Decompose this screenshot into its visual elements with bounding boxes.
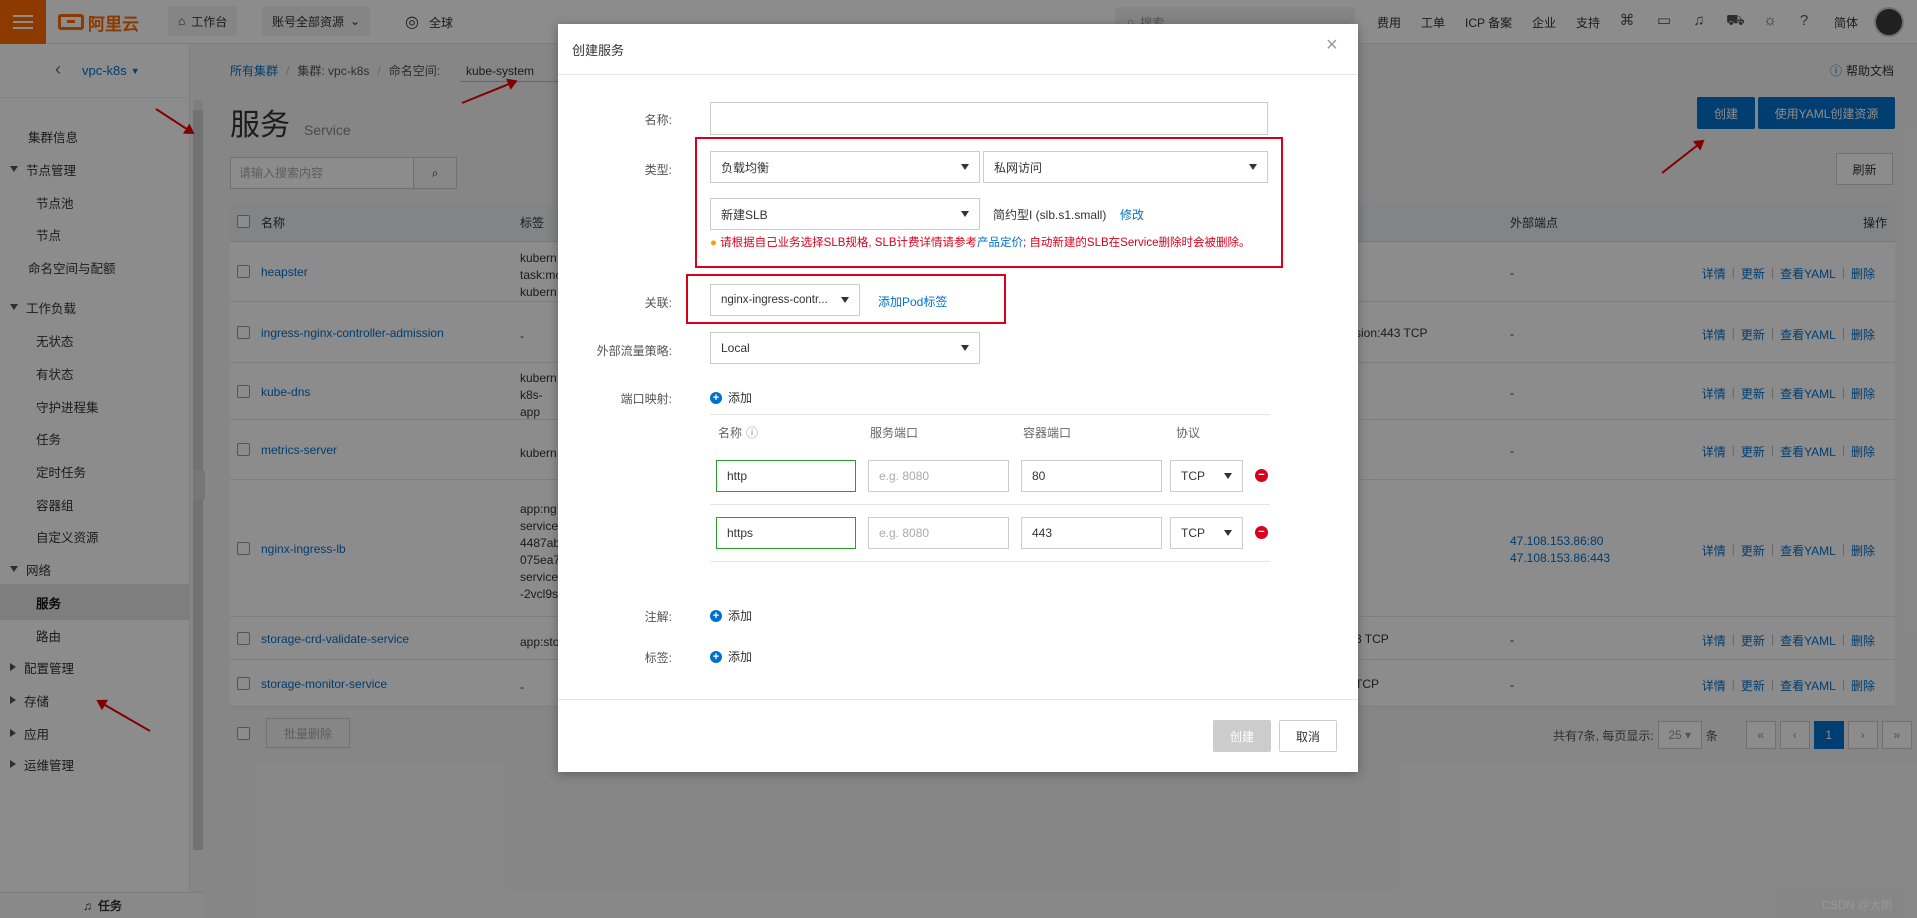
port-mapping-label: 端口映射: [620, 392, 672, 406]
plus-icon: + [710, 391, 722, 404]
watermark: CSDN @大阴 [1822, 900, 1893, 912]
port-name-input[interactable]: http [716, 460, 856, 492]
container-port-input[interactable]: 80 [1021, 460, 1162, 492]
container-port-input[interactable]: 443 [1021, 517, 1162, 549]
slb-warning: ● 请根据自己业务选择SLB规格, SLB计费详情请参考产品定价; 自动新建的S… [710, 236, 1255, 250]
pricing-link[interactable]: 产品定价 [977, 237, 1023, 249]
info-icon: ⓘ [746, 426, 759, 440]
remove-port-icon[interactable]: − [1255, 526, 1268, 539]
protocol-select[interactable]: TCP [1170, 517, 1243, 549]
warning-icon: ● [710, 237, 717, 249]
plus-icon: + [710, 650, 722, 663]
warning-text-tail: ; 自动新建的SLB在Service删除时会被删除。 [1023, 237, 1251, 249]
type-label: 类型: [644, 163, 672, 177]
association-label: 关联: [644, 296, 672, 310]
slb-spec-text: 简约型I (slb.s1.small) [993, 208, 1107, 222]
add-port-label: 添加 [728, 391, 753, 405]
port-col-protocol: 协议 [1176, 426, 1201, 440]
remove-port-icon[interactable]: − [1255, 469, 1268, 482]
association-select[interactable]: nginx-ingress-contr... [710, 284, 860, 316]
traffic-policy-label: 外部流量策略: [596, 344, 672, 358]
service-port-input[interactable]: e.g. 8080 [868, 517, 1009, 549]
port-col-name: 名称 ⓘ [718, 424, 758, 441]
create-service-dialog: 创建服务 × 名称: 类型: 负载均衡 私网访问 新建SLB 简约型I (slb… [558, 24, 1358, 772]
annotation-label: 注解: [644, 610, 672, 624]
add-annotation-button[interactable]: + 添加 [710, 607, 752, 624]
protocol-select[interactable]: TCP [1170, 460, 1243, 492]
port-col-container-port: 容器端口 [1023, 426, 1072, 440]
warning-text: 请根据自己业务选择SLB规格, SLB计费详情请参考 [720, 237, 978, 249]
service-type-select[interactable]: 负载均衡 [710, 151, 980, 183]
add-annotation-label: 添加 [728, 609, 753, 623]
service-name-input[interactable] [710, 102, 1268, 135]
dialog-title: 创建服务 [572, 43, 625, 58]
traffic-policy-select[interactable]: Local [710, 332, 980, 364]
plus-icon: + [710, 609, 722, 622]
add-pod-label-link[interactable]: 添加Pod标签 [878, 293, 947, 310]
dialog-cancel-button[interactable]: 取消 [1279, 720, 1337, 752]
slb-modify-link[interactable]: 修改 [1120, 206, 1144, 223]
add-tag-label: 添加 [728, 650, 753, 664]
add-tag-button[interactable]: + 添加 [710, 648, 752, 665]
access-type-select[interactable]: 私网访问 [983, 151, 1268, 183]
port-col-name-label: 名称 [718, 426, 743, 440]
tag-label: 标签: [644, 651, 672, 665]
slb-select[interactable]: 新建SLB [710, 198, 980, 230]
port-name-input[interactable]: https [716, 517, 856, 549]
service-port-input[interactable]: e.g. 8080 [868, 460, 1009, 492]
add-port-button[interactable]: + 添加 [710, 389, 752, 406]
close-icon[interactable]: × [1326, 34, 1338, 57]
port-col-service-port: 服务端口 [870, 426, 919, 440]
name-label: 名称: [644, 113, 672, 127]
dialog-create-button[interactable]: 创建 [1213, 720, 1271, 752]
